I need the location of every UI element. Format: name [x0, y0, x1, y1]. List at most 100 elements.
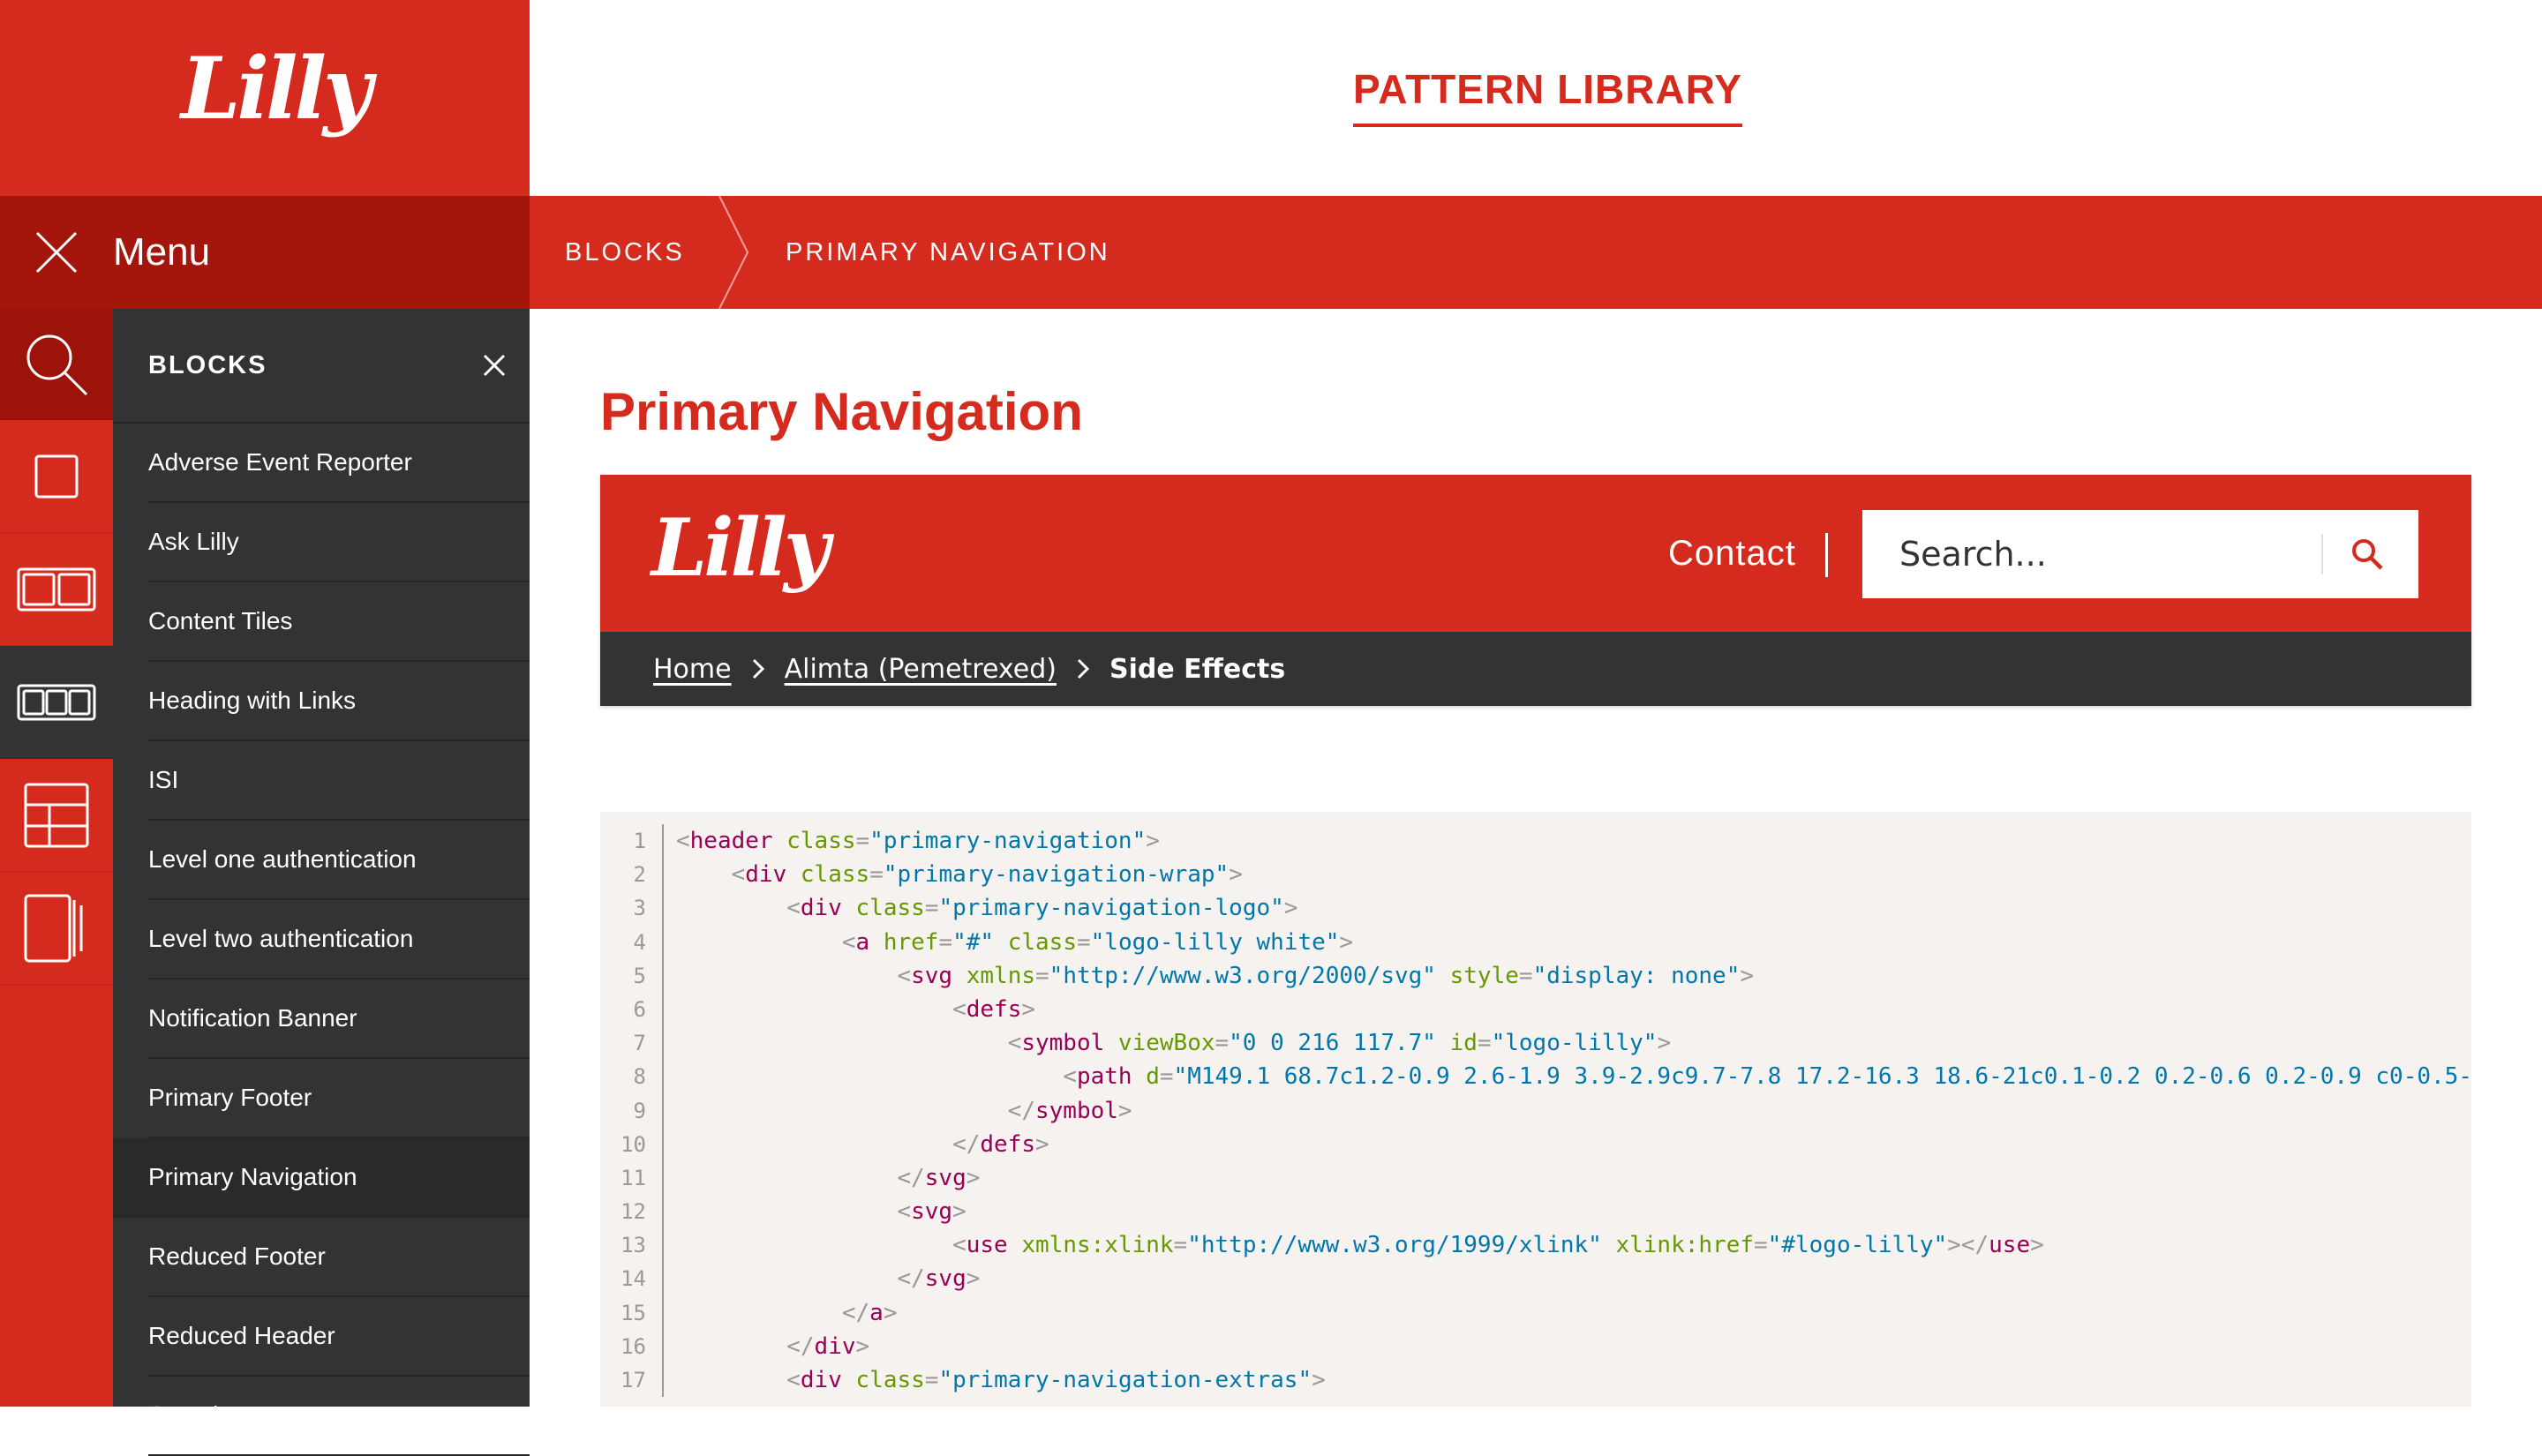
menu-bar: Menu: [0, 196, 530, 309]
code-text: </div>: [786, 1332, 870, 1360]
demo-crumb-current: Side Effects: [1109, 653, 1286, 685]
sidebar-item-search-input[interactable]: Search Input: [148, 1377, 530, 1456]
code-lines: 1 <header class="primary-navigation"> 2 <d…: [600, 812, 2471, 1398]
sidebar-item-primary-footer[interactable]: Primary Footer: [148, 1059, 530, 1138]
blocks-panel-header: BLOCKS: [113, 309, 530, 424]
two-columns-icon: [17, 567, 96, 611]
demo-crumb-home[interactable]: Home: [653, 654, 732, 685]
breadcrumb: BLOCKS PRIMARY NAVIGATION: [530, 196, 2542, 309]
page-title: Primary Navigation: [600, 382, 1083, 441]
code-text: <symbol viewBox="0 0 216 117.7" id="logo…: [1007, 1030, 1672, 1057]
code-text: <use xmlns:xlink="http://www.w3.org/1999…: [952, 1232, 2044, 1259]
code-line: 11 </svg>: [600, 1160, 2471, 1196]
line-number: 14: [600, 1262, 664, 1296]
line-number: 9: [600, 1093, 664, 1128]
breadcrumb-separator-icon: [718, 196, 749, 309]
line-number: 2: [600, 858, 664, 892]
demo-search-input[interactable]: [1898, 534, 2321, 574]
code-text: <div class="primary-navigation-extras">: [786, 1367, 1326, 1393]
code-line: 8 <path d="M149.1 68.7c1.2-0.9 2.6-1.9 3…: [600, 1060, 2471, 1094]
code-line: 15 </a>: [600, 1295, 2471, 1330]
sidebar-item-primary-navigation[interactable]: Primary Navigation: [113, 1138, 530, 1218]
code-line: 10 </defs>: [600, 1127, 2471, 1161]
code-line: 13 <use xmlns:xlink="http://www.w3.org/1…: [600, 1228, 2471, 1263]
line-number: 5: [600, 958, 664, 993]
demo-breadcrumb: Home Alimta (Pemetrexed) Side Effects: [600, 632, 2471, 706]
sidebar-item-ask-lilly[interactable]: Ask Lilly: [148, 503, 530, 582]
menu-close-icon[interactable]: [0, 196, 113, 309]
menu-label: Menu: [113, 230, 211, 274]
sidebar-item-adverse-event-reporter[interactable]: Adverse Event Reporter: [148, 424, 530, 503]
code-text: <path d="M149.1 68.7c1.2-0.9 2.6-1.9 3.9…: [1063, 1063, 2471, 1091]
code-line: 6 <defs>: [600, 992, 2471, 1027]
breadcrumb-current: PRIMARY NAVIGATION: [786, 238, 1110, 266]
code-line: 16 </div>: [600, 1329, 2471, 1363]
demo-nav-bar: Lilly Contact: [600, 475, 2471, 632]
line-number: 13: [600, 1228, 664, 1263]
rail-grid[interactable]: [0, 759, 113, 872]
code-line: 17 <div class="primary-navigation-extras…: [600, 1363, 2471, 1398]
line-number: 15: [600, 1295, 664, 1330]
code-text: </a>: [841, 1299, 898, 1326]
rail-three-column[interactable]: [0, 646, 113, 759]
sidebar-item-level-one-authentication[interactable]: Level one authentication: [148, 821, 530, 900]
rail-cards[interactable]: [0, 872, 113, 985]
primary-navigation-demo: Lilly Contact Home Alimta (Pemetrexed) S…: [600, 475, 2471, 706]
code-text: <header class="primary-navigation">: [676, 828, 1160, 854]
demo-search-button[interactable]: [2323, 510, 2411, 598]
blocks-panel: BLOCKS Adverse Event Reporter Ask Lilly …: [113, 309, 530, 1456]
cards-icon: [24, 894, 83, 962]
single-square-icon: [34, 454, 79, 498]
line-number: 11: [600, 1160, 664, 1196]
rail-search[interactable]: [0, 309, 113, 420]
code-text: <a href="#" class="logo-lilly white">: [841, 928, 1354, 956]
code-line: 2 <div class="primary-navigation-wrap">: [600, 858, 2471, 892]
line-number: 16: [600, 1329, 664, 1363]
demo-divider: [1825, 533, 1828, 577]
chevron-right-icon: [751, 657, 765, 680]
magnifier-icon: [2352, 539, 2383, 570]
grid-icon: [24, 783, 89, 847]
code-line: 14 </svg>: [600, 1262, 2471, 1296]
code-line: 12 <svg>: [600, 1195, 2471, 1229]
site-title[interactable]: PATTERN LIBRARY: [1353, 65, 1742, 127]
brand-logo-block: Lilly: [0, 0, 530, 196]
line-number: 17: [600, 1363, 664, 1398]
sidebar-item-content-tiles[interactable]: Content Tiles: [148, 582, 530, 662]
sidebar-item-heading-with-links[interactable]: Heading with Links: [148, 662, 530, 741]
demo-crumb-alimta[interactable]: Alimta (Pemetrexed): [785, 654, 1057, 685]
sidebar-item-reduced-header[interactable]: Reduced Header: [148, 1297, 530, 1377]
code-text: </defs>: [952, 1130, 1049, 1158]
line-number: 8: [600, 1060, 664, 1094]
lilly-logo[interactable]: Lilly: [181, 39, 372, 139]
line-number: 3: [600, 891, 664, 926]
close-icon[interactable]: [482, 353, 507, 378]
breadcrumb-blocks[interactable]: BLOCKS: [565, 196, 685, 309]
line-number: 4: [600, 925, 664, 959]
code-block[interactable]: 1 <header class="primary-navigation"> 2 <d…: [600, 812, 2471, 1407]
code-text: <svg>: [897, 1198, 966, 1226]
rail-single-block[interactable]: [0, 420, 113, 533]
code-text: </svg>: [897, 1164, 981, 1191]
line-number: 6: [600, 992, 664, 1027]
sidebar-item-level-two-authentication[interactable]: Level two authentication: [148, 900, 530, 979]
code-text: <div class="primary-navigation-logo">: [786, 895, 1298, 922]
rail-two-column[interactable]: [0, 533, 113, 646]
three-columns-icon: [17, 684, 96, 720]
demo-lilly-logo[interactable]: Lilly: [651, 501, 830, 595]
demo-search-box: [1862, 510, 2418, 598]
code-line: 1 <header class="primary-navigation">: [600, 824, 2471, 859]
code-line: 3 <div class="primary-navigation-logo">: [600, 891, 2471, 926]
demo-contact-link[interactable]: Contact: [1668, 475, 1796, 632]
code-line: 7 <symbol viewBox="0 0 216 117.7" id="lo…: [600, 1026, 2471, 1061]
code-text: </symbol>: [1007, 1097, 1132, 1124]
chevron-right-icon: [1076, 657, 1090, 680]
sidebar-item-reduced-footer[interactable]: Reduced Footer: [148, 1218, 530, 1297]
search-icon: [26, 334, 88, 395]
sidebar-item-isi[interactable]: ISI: [148, 741, 530, 821]
line-number: 1: [600, 824, 664, 859]
code-line: 4 <a href="#" class="logo-lilly white">: [600, 925, 2471, 959]
icon-rail: [0, 309, 113, 1407]
code-text: </svg>: [897, 1265, 981, 1293]
sidebar-item-notification-banner[interactable]: Notification Banner: [148, 979, 530, 1059]
